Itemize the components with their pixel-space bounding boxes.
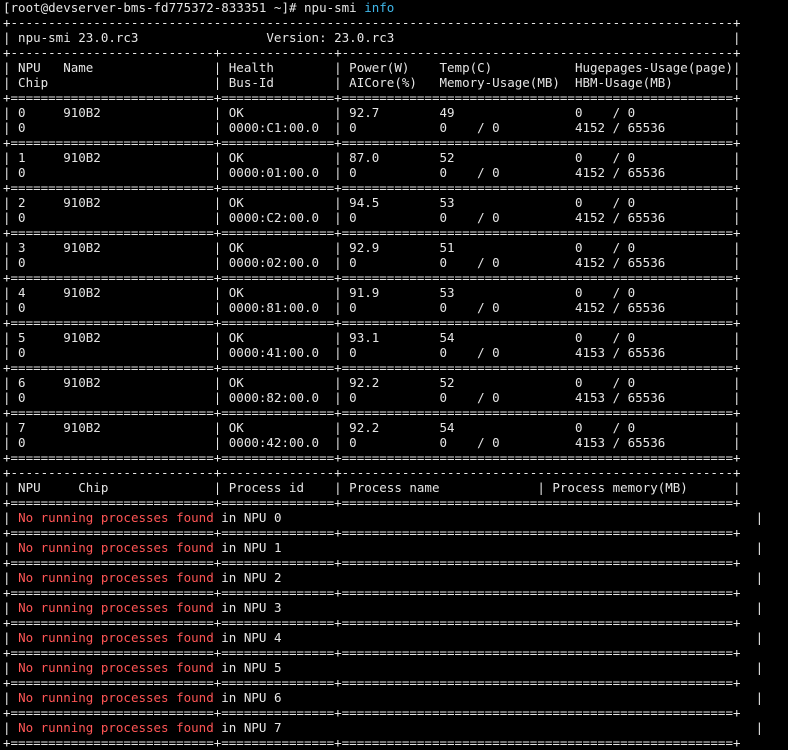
border-text: |	[3, 690, 19, 705]
border-text: |	[3, 540, 19, 555]
npu-label: in NPU 2 |	[213, 570, 764, 585]
table-border: +===========================+===========…	[3, 180, 741, 195]
process-row: | No running processes found in NPU 5 |	[0, 660, 788, 675]
process-row: | No running processes found in NPU 0 |	[0, 510, 788, 525]
process-header-row: | NPU Chip | Process id | Process name |…	[3, 480, 741, 495]
npu-label: in NPU 3 |	[213, 600, 764, 615]
process-row: | No running processes found in NPU 1 |	[0, 540, 788, 555]
table-border: +===========================+===========…	[3, 645, 741, 660]
prompt-text: [root@devserver-bms-fd775372-833351 ~]# …	[3, 0, 365, 15]
process-row: | No running processes found in NPU 4 |	[0, 630, 788, 645]
table-border: +===========================+===========…	[3, 315, 741, 330]
table-border: +===========================+===========…	[3, 585, 741, 600]
table-border: +===========================+===========…	[3, 555, 741, 570]
terminal-window[interactable]: [root@devserver-bms-fd775372-833351 ~]# …	[0, 0, 788, 750]
no-process-message: No running processes found	[18, 510, 214, 525]
npu-label: in NPU 4 |	[213, 630, 764, 645]
command-prompt: [root@devserver-bms-fd775372-833351 ~]# …	[0, 0, 788, 15]
table-border: +===========================+===========…	[3, 675, 741, 690]
npu-label: in NPU 1 |	[213, 540, 764, 555]
command-argument: info	[364, 0, 395, 15]
border-text: |	[3, 630, 19, 645]
table-border: +===========================+===========…	[3, 525, 741, 540]
table-row: | 0 910B2 | OK | 92.7 49 0 / 0 |	[3, 105, 741, 120]
npu-label: in NPU 7 |	[213, 720, 764, 735]
border-text: |	[3, 510, 19, 525]
table-row: | 0 | 0000:81:00.0 | 0 0 / 0 4152 / 6553…	[3, 300, 741, 315]
table-row: | 0 | 0000:41:00.0 | 0 0 / 0 4153 / 6553…	[3, 345, 741, 360]
table-border: +---------------------------------------…	[3, 15, 741, 30]
table-border: +===========================+===========…	[3, 225, 741, 240]
no-process-message: No running processes found	[18, 720, 214, 735]
table-row: | 0 | 0000:C1:00.0 | 0 0 / 0 4152 / 6553…	[3, 120, 741, 135]
table-border: +===========================+===========…	[3, 450, 741, 465]
border-text: |	[3, 660, 19, 675]
process-row: | No running processes found in NPU 2 |	[0, 570, 788, 585]
table-border: +===========================+===========…	[3, 495, 741, 510]
process-row: | No running processes found in NPU 6 |	[0, 690, 788, 705]
no-process-message: No running processes found	[18, 540, 214, 555]
process-row: | No running processes found in NPU 7 |	[0, 720, 788, 735]
no-process-message: No running processes found	[18, 660, 214, 675]
table-header-row: | Chip | Bus-Id | AICore(%) Memory-Usage…	[3, 75, 741, 90]
border-text: |	[3, 600, 19, 615]
border-text: |	[3, 570, 19, 585]
table-row: | 7 910B2 | OK | 92.2 54 0 / 0 |	[3, 420, 741, 435]
table-border: +===========================+===========…	[3, 615, 741, 630]
table-row: | 2 910B2 | OK | 94.5 53 0 / 0 |	[3, 195, 741, 210]
no-process-message: No running processes found	[18, 690, 214, 705]
table-row: | 0 | 0000:C2:00.0 | 0 0 / 0 4152 / 6553…	[3, 210, 741, 225]
table-border: +===========================+===========…	[3, 735, 741, 750]
process-row: | No running processes found in NPU 3 |	[0, 600, 788, 615]
npu-label: in NPU 6 |	[213, 690, 764, 705]
table-row: | 4 910B2 | OK | 91.9 53 0 / 0 |	[3, 285, 741, 300]
npu-status-table: +---------------------------------------…	[0, 15, 788, 510]
table-row: | 0 | 0000:02:00.0 | 0 0 / 0 4152 / 6553…	[3, 255, 741, 270]
table-row: | 6 910B2 | OK | 92.2 52 0 / 0 |	[3, 375, 741, 390]
table-row: | 5 910B2 | OK | 93.1 54 0 / 0 |	[3, 330, 741, 345]
table-row: | 0 | 0000:82:00.0 | 0 0 / 0 4153 / 6553…	[3, 390, 741, 405]
table-border: +---------------------------+-----------…	[3, 45, 741, 60]
table-row: | 0 | 0000:01:00.0 | 0 0 / 0 4152 / 6553…	[3, 165, 741, 180]
table-row: | 1 910B2 | OK | 87.0 52 0 / 0 |	[3, 150, 741, 165]
process-table: | No running processes found in NPU 0 | …	[0, 510, 788, 750]
table-row: | 3 910B2 | OK | 92.9 51 0 / 0 |	[3, 240, 741, 255]
npu-label: in NPU 5 |	[213, 660, 764, 675]
no-process-message: No running processes found	[18, 630, 214, 645]
table-border: +---------------------------+-----------…	[3, 465, 741, 480]
no-process-message: No running processes found	[18, 570, 214, 585]
table-border: +===========================+===========…	[3, 360, 741, 375]
border-text: |	[3, 720, 19, 735]
table-border: +===========================+===========…	[3, 705, 741, 720]
table-border: +===========================+===========…	[3, 90, 741, 105]
table-row: | 0 | 0000:42:00.0 | 0 0 / 0 4153 / 6553…	[3, 435, 741, 450]
npu-label: in NPU 0 |	[213, 510, 764, 525]
version-row: | npu-smi 23.0.rc3 Version: 23.0.rc3 |	[3, 30, 741, 45]
table-border: +===========================+===========…	[3, 135, 741, 150]
no-process-message: No running processes found	[18, 600, 214, 615]
table-header-row: | NPU Name | Health | Power(W) Temp(C) H…	[3, 60, 741, 75]
table-border: +===========================+===========…	[3, 270, 741, 285]
table-border: +===========================+===========…	[3, 405, 741, 420]
